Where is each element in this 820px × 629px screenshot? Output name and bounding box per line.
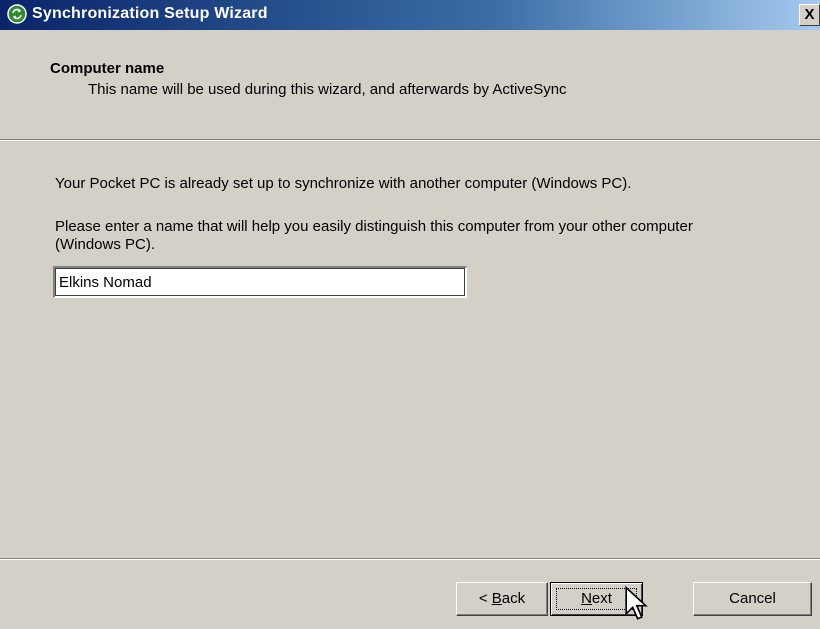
- back-button[interactable]: < Back: [456, 582, 548, 616]
- page-subtitle: This name will be used during this wizar…: [88, 81, 567, 98]
- cancel-button[interactable]: Cancel: [693, 582, 812, 616]
- back-rest: ack: [501, 590, 526, 607]
- sync-icon: [7, 4, 27, 24]
- title-bar[interactable]: Synchronization Setup Wizard X: [0, 0, 820, 30]
- footer-divider: [0, 558, 820, 560]
- back-mnemonic: B: [491, 590, 502, 607]
- next-rest: ext: [591, 590, 612, 607]
- close-button[interactable]: X: [799, 4, 820, 26]
- arrow-cursor-icon: [625, 586, 648, 620]
- cancel-button-label: Cancel: [729, 590, 776, 607]
- next-mnemonic: N: [581, 590, 592, 607]
- page-title: Computer name: [50, 60, 165, 77]
- wizard-header: Computer name This name will be used dur…: [0, 30, 820, 139]
- header-divider: [0, 139, 820, 141]
- instruction-text: Please enter a name that will help you e…: [55, 218, 693, 253]
- close-icon: X: [804, 6, 815, 23]
- already-setup-text: Your Pocket PC is already set up to sync…: [55, 175, 632, 192]
- back-button-label: < Back: [479, 590, 525, 607]
- window-title: Synchronization Setup Wizard: [32, 5, 268, 22]
- next-button-label: Next: [581, 590, 612, 607]
- computer-name-input[interactable]: [53, 266, 467, 298]
- back-prefix: <: [478, 590, 492, 607]
